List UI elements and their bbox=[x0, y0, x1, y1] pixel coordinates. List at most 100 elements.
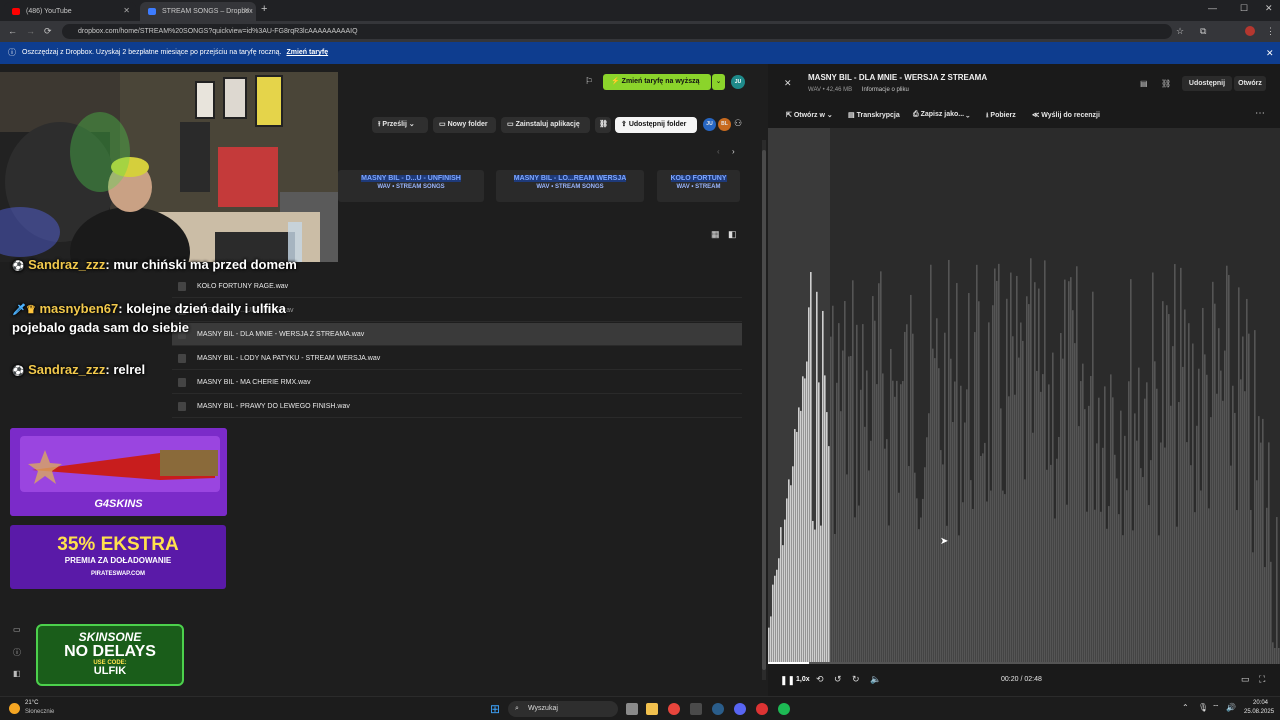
scrollbar-thumb[interactable] bbox=[762, 150, 766, 670]
new-folder-button[interactable]: ▭ Nowy folder bbox=[433, 117, 496, 133]
link-icon[interactable]: ⛓ bbox=[1161, 79, 1171, 88]
install-app-button[interactable]: ▭ Zainstaluj aplikację bbox=[501, 117, 590, 133]
playback-progress[interactable] bbox=[768, 662, 809, 664]
upload-button[interactable]: ⭱ Prześlij ⌄ bbox=[372, 117, 428, 133]
taskbar-search[interactable]: ⌕ Wyszukaj bbox=[508, 701, 618, 717]
transcription-button[interactable]: ▤ Transkrypcja bbox=[848, 111, 900, 119]
chevron-down-icon: ⌄ bbox=[826, 112, 833, 119]
close-banner-icon[interactable]: ✕ bbox=[1266, 42, 1274, 64]
download-button[interactable]: ⭳ Pobierz bbox=[986, 111, 1016, 122]
panel-view-icon[interactable]: ◧ bbox=[728, 229, 737, 240]
help-rail-icon[interactable]: ⓘ bbox=[13, 647, 21, 658]
url-field[interactable]: dropbox.com/home/STREAM%20SONGS?quickvie… bbox=[62, 24, 1172, 39]
tab-dropbox[interactable]: STREAM SONGS – Dropbox ✕ bbox=[140, 2, 256, 21]
add-member-icon[interactable]: ⚇ bbox=[734, 118, 742, 129]
obs-icon[interactable] bbox=[756, 703, 768, 715]
close-preview-icon[interactable]: ✕ bbox=[784, 78, 792, 89]
bolt-icon: ⚡ bbox=[611, 78, 620, 85]
send-review-button[interactable]: ≪ Wyślij do recenzji bbox=[1032, 111, 1100, 119]
forward-skip-icon[interactable]: ↻ bbox=[852, 674, 860, 685]
promo-link[interactable]: Zmień taryfę bbox=[286, 49, 328, 56]
upgrade-label: Zmień taryfę na wyższą bbox=[621, 78, 700, 85]
preview-open-button[interactable]: Otwórz bbox=[1234, 76, 1266, 91]
profile-avatar[interactable] bbox=[1245, 26, 1255, 36]
audio-waveform[interactable] bbox=[768, 128, 1280, 664]
forward-icon[interactable]: → bbox=[26, 26, 35, 36]
speaker-icon[interactable]: 🔊 bbox=[1226, 703, 1236, 712]
save-as-label: Zapisz jako... bbox=[920, 111, 965, 118]
nodelays-text: NO DELAYS bbox=[64, 643, 156, 660]
maximize-icon[interactable]: ☐ bbox=[1240, 3, 1248, 14]
card-subtitle: WAV • STREAM SONGS bbox=[536, 184, 604, 190]
stream-app-icon[interactable] bbox=[690, 703, 702, 715]
preview-share-button[interactable]: Udostępnij bbox=[1182, 76, 1232, 91]
member-avatar-bl[interactable]: BL bbox=[718, 118, 731, 131]
monitor-rail-icon[interactable]: ▭ bbox=[13, 625, 21, 634]
star-icon[interactable]: ☆ bbox=[1176, 26, 1184, 36]
close-tab-icon[interactable]: ✕ bbox=[123, 6, 130, 15]
chat-username: Sandraz_zzz bbox=[28, 362, 106, 377]
file-row[interactable]: MASNY BIL - PRAWY DO LEWEGO FINISH.wav bbox=[172, 395, 742, 418]
search-icon: ⌕ bbox=[515, 705, 519, 712]
upgrade-button[interactable]: ⚡ Zmień taryfę na wyższą bbox=[603, 74, 711, 90]
windows-start-icon[interactable]: ⊞ bbox=[490, 702, 500, 716]
more-options-icon[interactable]: ⋯ bbox=[1255, 108, 1265, 119]
steam-icon[interactable] bbox=[712, 703, 724, 715]
playback-track[interactable] bbox=[768, 662, 1110, 664]
weather-icon[interactable] bbox=[9, 703, 20, 714]
avatar-initials: JU bbox=[734, 79, 742, 85]
file-info-link[interactable]: Informacje o pliku bbox=[862, 87, 909, 93]
pause-icon[interactable]: ❚❚ bbox=[780, 675, 795, 686]
upgrade-dropdown-button[interactable]: ⌄ bbox=[712, 74, 725, 90]
chat-message: ⚽ Sandraz_zzz: relrel bbox=[12, 362, 146, 377]
file-name: MASNY BIL - LODY NA PATYKU - STREAM WERS… bbox=[197, 355, 381, 362]
youtube-icon bbox=[12, 8, 20, 15]
card-subtitle: WAV • STREAM SONGS bbox=[377, 184, 445, 190]
clock-date[interactable]: 25.08.2025 bbox=[1244, 709, 1274, 715]
back-icon[interactable]: ← bbox=[8, 26, 17, 36]
member-avatar-ju[interactable]: JU bbox=[703, 118, 716, 131]
captions-icon[interactable]: ▭ bbox=[1241, 674, 1250, 685]
mic-icon[interactable]: 🎙 bbox=[1198, 703, 1208, 712]
comment-icon[interactable]: ▤ bbox=[1140, 79, 1148, 88]
task-view-icon[interactable] bbox=[626, 703, 638, 715]
carousel-next-icon[interactable]: › bbox=[732, 147, 735, 156]
save-icon: ⎙ bbox=[913, 111, 919, 118]
reload-icon[interactable]: ⟳ bbox=[44, 26, 52, 36]
tray-chevron-icon[interactable]: ⌃ bbox=[1182, 703, 1189, 712]
suggested-card[interactable]: MASNY BIL - LO...REAM WERSJA WAV • STREA… bbox=[496, 170, 644, 202]
tab-youtube[interactable]: (486) YouTube ✕ bbox=[4, 2, 136, 21]
grid-view-icon[interactable]: ▦ bbox=[711, 229, 720, 240]
spotify-icon[interactable] bbox=[778, 703, 790, 715]
panel-rail-icon[interactable]: ◧ bbox=[13, 669, 21, 678]
close-tab-icon[interactable]: ✕ bbox=[243, 6, 250, 15]
account-avatar[interactable]: JU bbox=[731, 75, 745, 89]
notification-icon[interactable]: ⚐ bbox=[585, 76, 593, 87]
file-row[interactable]: KOŁO FORTUNY RAGE.wav bbox=[172, 275, 742, 298]
playback-speed[interactable]: 1,0x bbox=[796, 676, 810, 683]
fullscreen-icon[interactable]: ⛶ bbox=[1259, 674, 1265, 685]
address-bar: ← → ⟳ dropbox.com/home/STREAM%20SONGS?qu… bbox=[0, 21, 1280, 42]
menu-icon[interactable]: ⋮ bbox=[1266, 26, 1275, 36]
file-explorer-icon[interactable] bbox=[646, 703, 658, 715]
minimize-icon[interactable]: — bbox=[1208, 3, 1217, 13]
volume-icon[interactable]: 🔈 bbox=[870, 674, 881, 685]
network-icon[interactable]: ⌔ bbox=[1212, 703, 1220, 713]
discord-icon[interactable] bbox=[734, 703, 746, 715]
copy-link-button[interactable]: ⛓ bbox=[595, 117, 611, 133]
file-name: KOŁO FORTUNY RAGE.wav bbox=[197, 283, 289, 290]
open-in-menu[interactable]: ⇱ Otwórz w ⌄ bbox=[786, 111, 833, 119]
suggested-card[interactable]: MASNY BIL - D...U - UNFINISH WAV • STREA… bbox=[338, 170, 484, 202]
carousel-prev-icon[interactable]: ‹ bbox=[717, 147, 720, 156]
close-window-icon[interactable]: ✕ bbox=[1265, 3, 1273, 14]
share-folder-button[interactable]: ⇪ Udostępnij folder bbox=[615, 117, 697, 133]
loop-icon[interactable]: ⟲ bbox=[816, 674, 824, 685]
extensions-icon[interactable]: ⧉ bbox=[1200, 26, 1206, 36]
clock-time[interactable]: 20:04 bbox=[1253, 700, 1268, 706]
rewind-icon[interactable]: ↺ bbox=[834, 674, 842, 685]
suggested-card[interactable]: KOŁO FORTUNY WAV • STREAM bbox=[657, 170, 740, 202]
save-as-menu[interactable]: ⎙ Zapisz jako... ⌄ bbox=[913, 111, 969, 119]
chrome-icon[interactable] bbox=[668, 703, 680, 715]
new-tab-button[interactable]: + bbox=[261, 3, 267, 15]
pirate-subline: PREMIA ZA DOŁADOWANIE bbox=[64, 556, 172, 565]
